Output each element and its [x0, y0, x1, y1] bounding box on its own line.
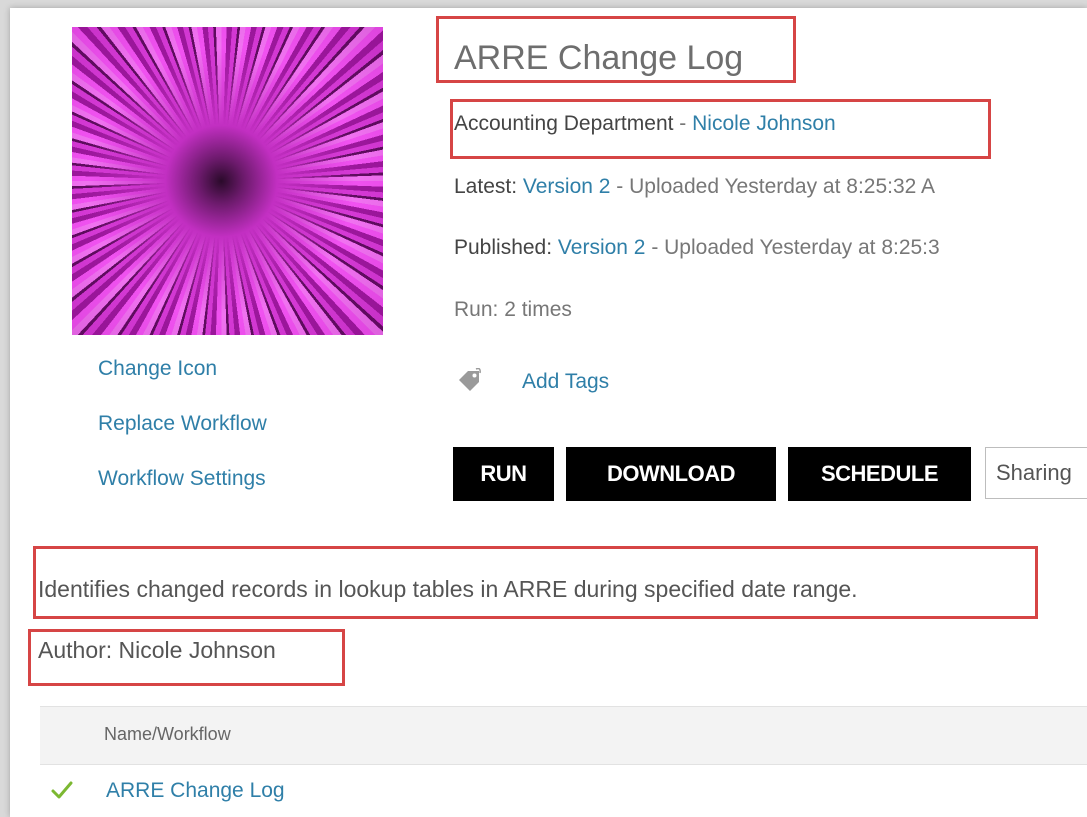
highlight-box-title — [436, 16, 796, 83]
published-version-line: Published: Version 2 - Uploaded Yesterda… — [454, 236, 940, 260]
run-button[interactable]: RUN — [453, 447, 554, 501]
thumbnail-overlay — [72, 27, 383, 335]
workflow-settings-link[interactable]: Workflow Settings — [98, 467, 266, 491]
table-row-workflow-link[interactable]: ARRE Change Log — [106, 779, 285, 803]
highlight-box-author — [28, 629, 345, 686]
published-version-link[interactable]: Version 2 — [558, 236, 646, 259]
add-tags-link[interactable]: Add Tags — [522, 370, 609, 394]
workflow-table-header: Name/Workflow — [40, 706, 1087, 765]
change-icon-link[interactable]: Change Icon — [98, 357, 217, 381]
replace-workflow-link[interactable]: Replace Workflow — [98, 412, 267, 436]
tag-icon — [456, 367, 482, 397]
checkmark-icon — [50, 778, 74, 802]
latest-upload-text: - Uploaded Yesterday at 8:25:32 A — [610, 175, 936, 198]
download-button[interactable]: DOWNLOAD — [566, 447, 776, 501]
sharing-button[interactable]: Sharing — [985, 447, 1087, 499]
highlight-box-department — [450, 99, 991, 159]
latest-label: Latest: — [454, 175, 518, 198]
workflow-detail-panel: Change Icon Replace Workflow Workflow Se… — [10, 8, 1087, 817]
latest-version-line: Latest: Version 2 - Uploaded Yesterday a… — [454, 175, 935, 199]
schedule-button[interactable]: SCHEDULE — [788, 447, 971, 501]
published-upload-text: - Uploaded Yesterday at 8:25:3 — [645, 236, 940, 259]
latest-version-link[interactable]: Version 2 — [523, 175, 611, 198]
published-label: Published: — [454, 236, 553, 259]
column-header-name-workflow[interactable]: Name/Workflow — [104, 724, 231, 745]
highlight-box-description — [33, 546, 1038, 619]
run-count: Run: 2 times — [454, 298, 572, 321]
workflow-thumbnail-image — [72, 27, 383, 335]
